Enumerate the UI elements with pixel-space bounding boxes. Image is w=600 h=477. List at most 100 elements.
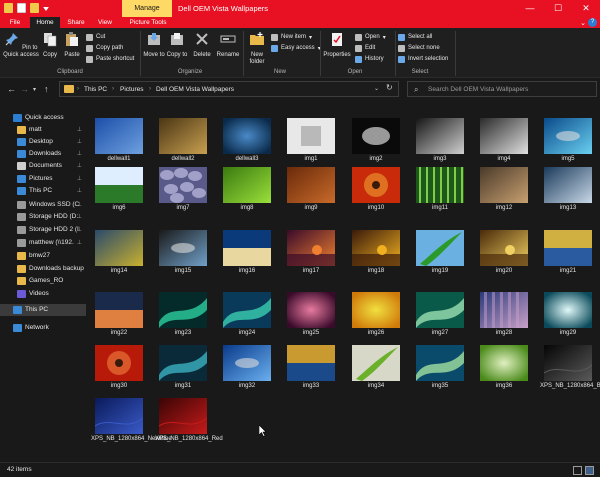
sidebar-item[interactable]: Quick access	[0, 112, 86, 124]
sidebar-item[interactable]: Storage HDD 2 (I ⊥	[0, 224, 86, 236]
file-item[interactable]: img16	[219, 230, 275, 282]
file-item[interactable]: img22	[91, 292, 147, 344]
recent-locations-icon[interactable]: ▾	[33, 86, 36, 93]
tab-home[interactable]: Home	[30, 17, 60, 28]
tab-picture-tools[interactable]: Picture Tools	[124, 17, 172, 28]
path-breadcrumb[interactable]: › This PC › Pictures › Dell OEM Vista Wa…	[59, 81, 399, 97]
breadcrumb-current-folder[interactable]: Dell OEM Vista Wallpapers	[156, 86, 234, 93]
new-folder-button[interactable]: New folder	[245, 31, 269, 66]
file-item[interactable]: img33	[283, 345, 339, 397]
refresh-icon[interactable]: ↻	[386, 83, 393, 92]
file-item[interactable]: img18	[348, 230, 404, 282]
file-item[interactable]: img19	[412, 230, 468, 282]
paste-button[interactable]: Paste	[61, 31, 83, 59]
sidebar-item[interactable]: matt ⊥	[0, 124, 86, 136]
select-none-button[interactable]: Select none	[398, 43, 440, 53]
file-item[interactable]: XPS_NB_1280x864_Red	[155, 398, 223, 450]
minimize-button[interactable]: —	[516, 0, 544, 17]
tab-file[interactable]: File	[4, 17, 26, 28]
chevron-right-icon[interactable]: ›	[149, 86, 151, 92]
file-item[interactable]: img2	[348, 118, 404, 170]
sidebar-item[interactable]: Windows SSD (C ⊥	[0, 199, 86, 211]
copy-path-button[interactable]: Copy path	[86, 43, 123, 53]
file-item[interactable]: img3	[412, 118, 468, 170]
file-item[interactable]: img26	[348, 292, 404, 344]
copy-to-button[interactable]: Copy to	[166, 31, 188, 59]
new-item-button[interactable]: New item ▾	[271, 32, 312, 42]
sidebar-item[interactable]: Desktop ⊥	[0, 136, 86, 148]
file-item[interactable]: img24	[219, 292, 275, 344]
file-item[interactable]: img7	[155, 167, 211, 219]
file-item[interactable]: img28	[476, 292, 532, 344]
paste-shortcut-button[interactable]: Paste shortcut	[86, 54, 134, 64]
file-item[interactable]: img17	[283, 230, 339, 282]
file-item[interactable]: img29	[540, 292, 596, 344]
move-to-button[interactable]: Move to	[143, 31, 165, 59]
file-item[interactable]: img11	[412, 167, 468, 219]
sidebar-item[interactable]: This PC	[0, 304, 86, 316]
large-icons-view-icon[interactable]	[585, 466, 594, 475]
new-folder-icon[interactable]	[30, 3, 39, 13]
sidebar-item[interactable]: bmw27	[0, 250, 86, 262]
help-icon[interactable]: ?	[588, 18, 597, 27]
file-item[interactable]: img31	[155, 345, 211, 397]
open-button[interactable]: Open ▾	[355, 32, 386, 42]
file-item[interactable]: img1	[283, 118, 339, 170]
folder-icon[interactable]	[4, 3, 13, 13]
delete-button[interactable]: Delete	[190, 31, 214, 59]
chevron-right-icon[interactable]: ›	[112, 86, 114, 92]
sidebar-item[interactable]: Network	[0, 322, 86, 334]
search-input[interactable]: ⌕ Search Dell OEM Vista Wallpapers	[407, 81, 597, 97]
tab-view[interactable]: View	[92, 17, 118, 28]
file-item[interactable]: img9	[283, 167, 339, 219]
file-item[interactable]: img12	[476, 167, 532, 219]
breadcrumb-pictures[interactable]: Pictures	[120, 86, 143, 93]
file-item[interactable]: img20	[476, 230, 532, 282]
rename-button[interactable]: Rename	[215, 31, 241, 59]
sidebar-item[interactable]: matthew (\\192. ⊥	[0, 237, 86, 249]
chevron-down-icon[interactable]: ⌄	[374, 85, 379, 92]
breadcrumb-this-pc[interactable]: This PC	[84, 86, 107, 93]
file-item[interactable]: img4	[476, 118, 532, 170]
file-item[interactable]: img13	[540, 167, 596, 219]
file-item[interactable]: img10	[348, 167, 404, 219]
file-item[interactable]: img25	[283, 292, 339, 344]
file-item[interactable]: img35	[412, 345, 468, 397]
file-item[interactable]: img6	[91, 167, 147, 219]
chevron-right-icon[interactable]: ›	[77, 86, 79, 92]
sidebar-item[interactable]: Videos	[0, 288, 86, 300]
cut-button[interactable]: Cut	[86, 32, 105, 42]
file-item[interactable]: img8	[219, 167, 275, 219]
invert-selection-button[interactable]: Invert selection	[398, 54, 448, 64]
manage-context-tab[interactable]: Manage	[122, 0, 172, 17]
file-item[interactable]: img30	[91, 345, 147, 397]
edit-button[interactable]: Edit	[355, 43, 375, 53]
tab-share[interactable]: Share	[62, 17, 90, 28]
pin-to-quick-access-button[interactable]: Pin to Quick access	[3, 31, 39, 59]
sidebar-item[interactable]: Pictures ⊥	[0, 173, 86, 185]
file-item[interactable]: dellwall2	[155, 118, 211, 170]
sidebar-item[interactable]: This PC ⊥	[0, 185, 86, 197]
collapse-ribbon-icon[interactable]: ⌄	[580, 19, 586, 27]
sidebar-item[interactable]: Games_RO	[0, 275, 86, 287]
forward-arrow-icon[interactable]: →	[20, 84, 29, 94]
file-item[interactable]: img34	[348, 345, 404, 397]
file-item[interactable]: XPS_NB_1280x864_Black	[540, 345, 600, 397]
file-item[interactable]: dellwall1	[91, 118, 147, 170]
file-item[interactable]: img5	[540, 118, 596, 170]
file-item[interactable]: img14	[91, 230, 147, 282]
customize-dropdown-icon[interactable]	[43, 7, 49, 11]
properties-button[interactable]: Properties	[322, 31, 352, 59]
sidebar-item[interactable]: Storage HDD (D: ⊥	[0, 211, 86, 223]
history-button[interactable]: History	[355, 54, 384, 64]
file-item[interactable]: dellwall3	[219, 118, 275, 170]
file-item[interactable]: img21	[540, 230, 596, 282]
file-item[interactable]: img23	[155, 292, 211, 344]
easy-access-button[interactable]: Easy access▾	[271, 43, 321, 53]
sidebar-item[interactable]: Documents ⊥	[0, 160, 86, 172]
back-arrow-icon[interactable]: ←	[7, 84, 16, 94]
details-view-icon[interactable]	[573, 466, 582, 475]
file-item[interactable]: img27	[412, 292, 468, 344]
properties-icon[interactable]	[17, 3, 26, 13]
file-item[interactable]: img15	[155, 230, 211, 282]
